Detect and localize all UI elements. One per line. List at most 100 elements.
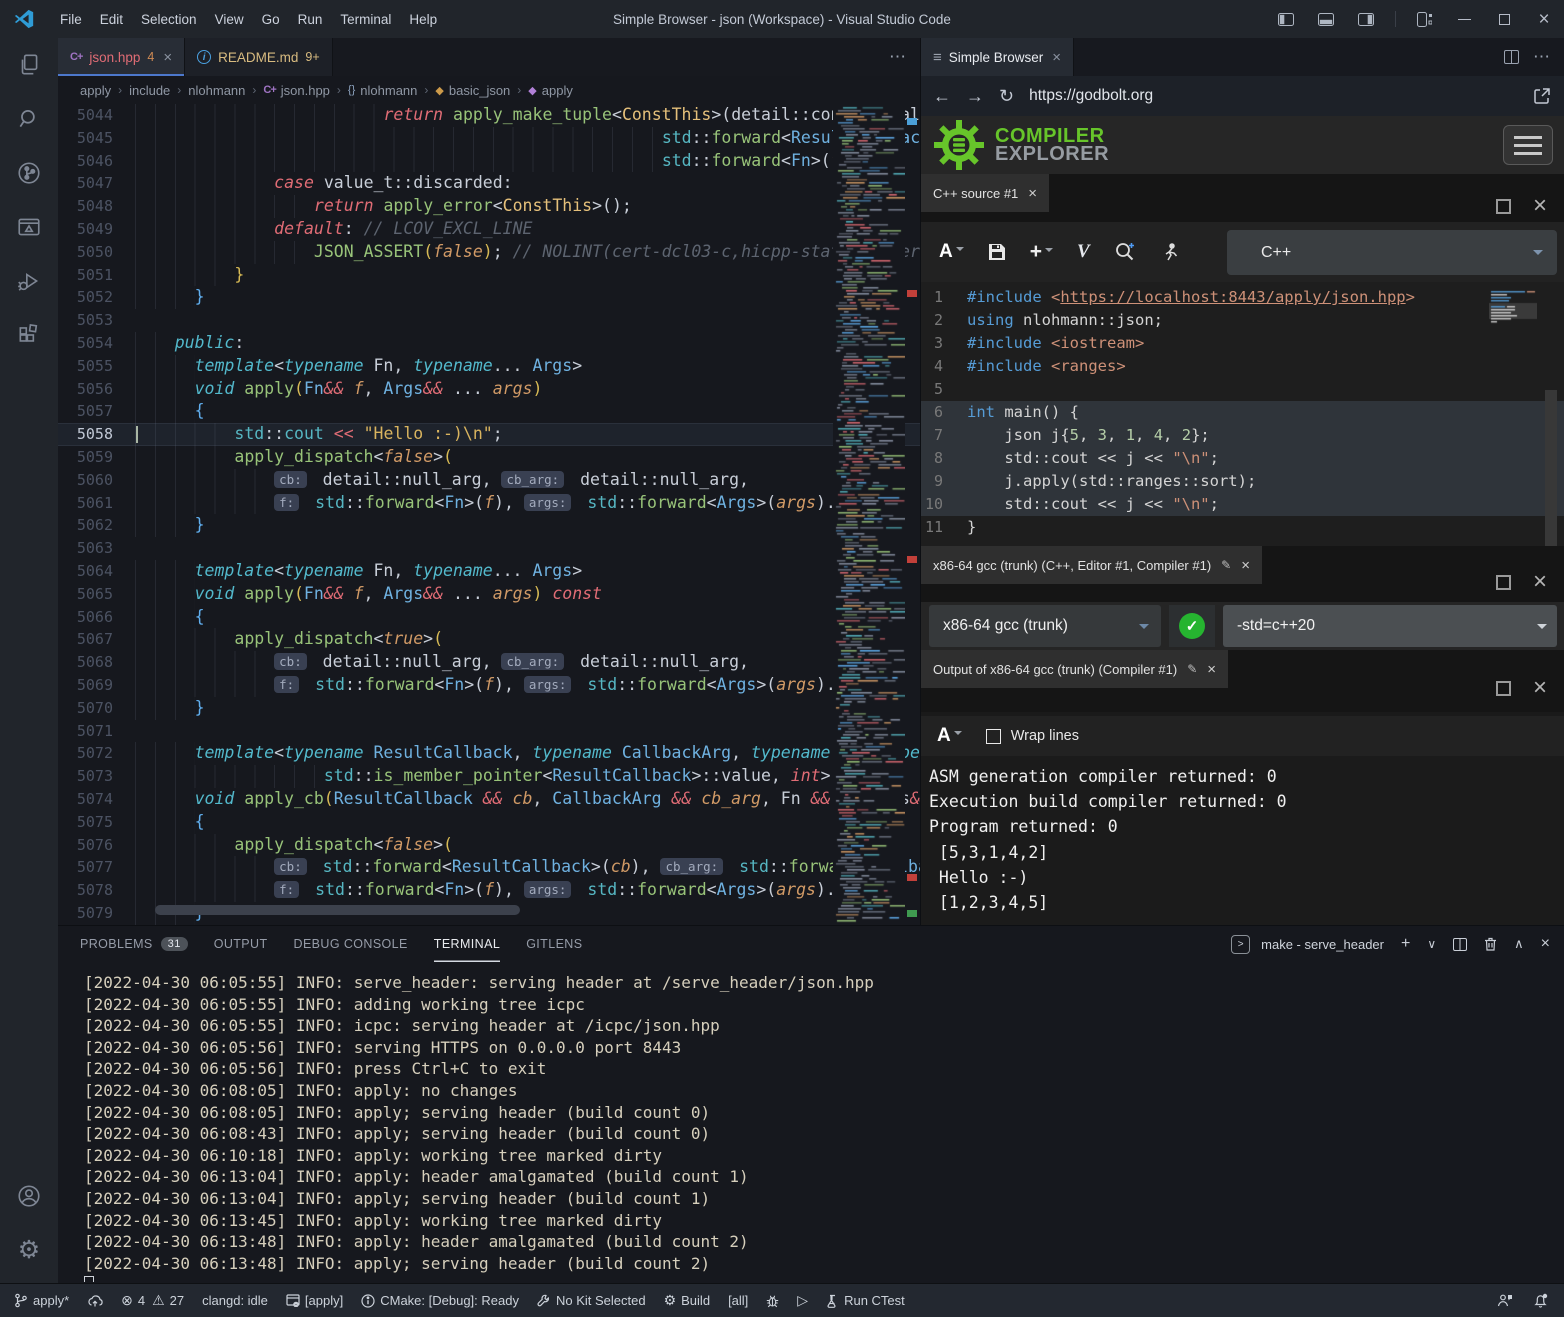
terminal-dropdown-icon[interactable]: ∨ [1427,937,1436,951]
status-kit-selection[interactable]: No Kit Selected [537,1293,646,1308]
status-run-ctest[interactable]: Run CTest [826,1293,905,1308]
rename-pane-icon[interactable]: ✎ [1187,662,1197,676]
extensions-icon[interactable] [0,308,58,362]
compiler-pane-tab[interactable]: x86-64 gcc (trunk) (C++, Editor #1, Comp… [921,546,1262,584]
url-input[interactable]: https://godbolt.org [1029,87,1517,105]
save-icon[interactable] [988,243,1006,261]
new-terminal-icon[interactable]: + [1401,935,1410,953]
close-panel-icon[interactable]: × [1541,935,1550,953]
code-line[interactable]: 5045std::forward<ResultCallback>(cb), [58,127,920,150]
font-size-icon[interactable]: A [939,241,964,263]
rename-pane-icon[interactable]: ✎ [1221,558,1231,572]
code-line[interactable]: 5064template<typename Fn, typename... Ar… [58,560,920,583]
panel-tab-terminal[interactable]: TERMINAL [434,926,500,962]
code-line[interactable]: 5071 [58,720,920,743]
terminal[interactable]: [2022-04-30 06:05:55] INFO: serve_header… [84,972,1544,1282]
breadcrumb-item-json.hpp[interactable]: C+json.hpp [263,83,330,98]
vim-mode-icon[interactable]: V [1077,241,1090,263]
maximize-pane-icon[interactable] [1496,199,1511,214]
editor-more-actions-icon[interactable]: ⋯ [889,47,906,67]
browser-more-actions-icon[interactable]: ⋯ [1533,47,1550,67]
godbolt-code-line[interactable]: 5 [921,378,1564,401]
panel-tab-output[interactable]: OUTPUT [214,926,268,962]
language-select[interactable]: C++ [1227,230,1557,275]
breadcrumb-item-basic_json[interactable]: ◆basic_json [435,83,510,98]
godbolt-minimap[interactable] [1489,288,1537,388]
code-line[interactable]: 5044return apply_make_tuple<ConstThis>(d… [58,104,920,127]
status-notifications[interactable] [1533,1293,1548,1308]
close-pane-icon[interactable]: × [1207,661,1216,678]
close-pane-icon[interactable]: × [1533,570,1547,594]
close-pane-icon[interactable]: × [1533,676,1547,700]
close-tab-icon[interactable]: × [163,49,172,66]
compiler-options-input[interactable]: -std=c++20 [1223,605,1557,647]
maximize-panel-icon[interactable]: ∧ [1514,936,1524,952]
godbolt-source-editor[interactable]: 1#include <https://localhost:8443/apply/… [921,282,1564,546]
add-pane-icon[interactable]: + [1030,240,1053,264]
code-line[interactable]: 5078f: std::forward<Fn>(f), args: std::f… [58,879,920,902]
breadcrumb-item-nlohmann[interactable]: nlohmann [188,83,245,98]
source-control-icon[interactable] [0,146,58,200]
compiler-explorer-wordmark[interactable]: COMPILER EXPLORER [995,127,1109,163]
run-person-icon[interactable] [1160,242,1180,262]
code-line[interactable]: 5056void apply(Fn&& f, Args&& ... args) [58,378,920,401]
close-pane-icon[interactable]: × [1533,194,1547,218]
code-line[interactable]: 5052} [58,286,920,309]
code-line[interactable]: 5072template<typename ResultCallback, ty… [58,742,920,765]
code-line[interactable]: 5069f: std::forward<Fn>(f), args: std::f… [58,674,920,697]
close-tab-icon[interactable]: × [1052,49,1061,66]
code-line[interactable]: 5050JSON_ASSERT(false); // NOLINT(cert-d… [58,241,920,264]
godbolt-code-line[interactable]: 3#include <iostream> [921,332,1564,355]
code-line[interactable]: 5051} [58,264,920,287]
breadcrumb-item-include[interactable]: include [129,83,170,98]
menu-selection[interactable]: Selection [132,8,206,31]
close-pane-icon[interactable]: × [1241,557,1250,574]
status-publish-changes[interactable] [87,1294,103,1308]
settings-gear-icon[interactable]: ⚙ [0,1223,58,1277]
code-line[interactable]: 5070} [58,697,920,720]
code-line[interactable]: 5062} [58,514,920,537]
status-build-target[interactable]: [all] [728,1293,748,1308]
panel-tab-problems[interactable]: PROBLEMS31 [80,926,188,962]
status-cmake-project[interactable]: [apply] [286,1293,343,1308]
code-line[interactable]: 5074void apply_cb(ResultCallback && cb, … [58,788,920,811]
code-line[interactable]: 5068cb: detail::null_arg, cb_arg: detail… [58,651,920,674]
code-line[interactable]: 5077cb: std::forward<ResultCallback>(cb)… [58,856,920,879]
split-editor-icon[interactable] [1504,50,1519,64]
menu-view[interactable]: View [206,8,253,31]
forward-icon[interactable]: → [966,86,984,107]
tab-json-hpp[interactable]: C+ json.hpp 4 × [58,38,185,76]
wrap-lines-checkbox[interactable] [986,729,1001,744]
status-git-branch[interactable]: apply* [14,1293,69,1308]
hamburger-menu-icon[interactable] [1503,125,1553,165]
maximize-button[interactable] [1484,0,1524,38]
minimap[interactable] [833,104,905,925]
tab-simple-browser[interactable]: ≡ Simple Browser × [921,38,1074,76]
terminal-title[interactable]: make - serve_header [1261,937,1384,952]
code-line[interactable]: 5054public: [58,332,920,355]
code-line[interactable]: 5075{ [58,811,920,834]
open-external-icon[interactable] [1532,86,1552,106]
code-line[interactable]: 5058std::cout << "Hello :-)\n"; [58,423,920,446]
status-build-button[interactable]: ⚙Build [664,1292,710,1309]
menu-help[interactable]: Help [400,8,446,31]
run-debug-icon[interactable] [0,254,58,308]
godbolt-code-line[interactable]: 2using nlohmann::json; [921,309,1564,332]
code-line[interactable]: 5061f: std::forward<Fn>(f), args: std::f… [58,492,920,515]
godbolt-code-line[interactable]: 8 std::cout << j << "\n"; [921,447,1564,470]
status-cmake-status[interactable]: CMake: [Debug]: Ready [361,1293,519,1308]
status-clangd-status[interactable]: clangd: idle [202,1293,268,1308]
code-line[interactable]: 5047case value_t::discarded: [58,172,920,195]
code-line[interactable]: 5059apply_dispatch<false>( [58,446,920,469]
close-window-button[interactable]: × [1524,0,1564,38]
search-icon[interactable] [0,92,58,146]
code-line[interactable]: 5063 [58,537,920,560]
code-line[interactable]: 5055template<typename Fn, typename... Ar… [58,355,920,378]
code-line[interactable]: 5065void apply(Fn&& f, Args&& ... args) … [58,583,920,606]
godbolt-scrollbar[interactable] [1545,390,1557,550]
live-preview-icon[interactable] [0,200,58,254]
code-line[interactable]: 5053 [58,309,920,332]
zoom-search-icon[interactable] [1114,241,1136,263]
maximize-pane-icon[interactable] [1496,575,1511,590]
menu-go[interactable]: Go [253,8,289,31]
